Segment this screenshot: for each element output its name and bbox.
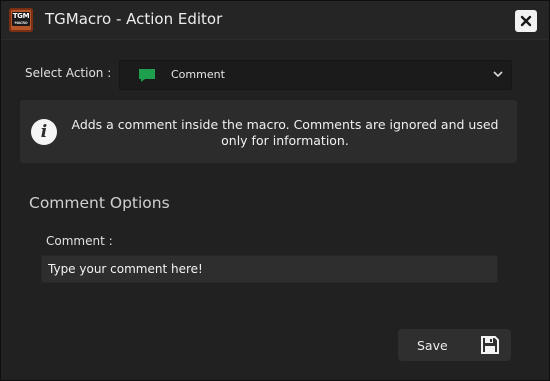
close-button[interactable]: [515, 10, 537, 32]
chevron-down-icon: [493, 71, 503, 78]
save-button-label: Save: [417, 338, 448, 353]
app-logo: TGM MACRO: [9, 8, 33, 32]
action-editor-window: TGM MACRO TGMacro - Action Editor Select…: [0, 0, 550, 381]
comment-input[interactable]: [41, 255, 498, 283]
comment-icon: [139, 69, 155, 82]
floppy-disk-icon: [481, 336, 499, 354]
comment-label: Comment :: [46, 234, 113, 248]
comment-options-title: Comment Options: [29, 194, 170, 212]
info-text: Adds a comment inside the macro. Comment…: [71, 117, 499, 148]
save-button[interactable]: Save: [398, 329, 511, 361]
close-icon: [520, 15, 532, 27]
title-bar[interactable]: TGM MACRO TGMacro - Action Editor: [1, 1, 549, 40]
select-action-label: Select Action :: [25, 66, 112, 80]
select-action-value: Comment: [171, 68, 225, 81]
info-panel: i Adds a comment inside the macro. Comme…: [20, 100, 517, 163]
window-title: TGMacro - Action Editor: [45, 10, 223, 28]
select-action-dropdown[interactable]: Comment: [119, 60, 512, 90]
info-icon: i: [31, 119, 57, 145]
